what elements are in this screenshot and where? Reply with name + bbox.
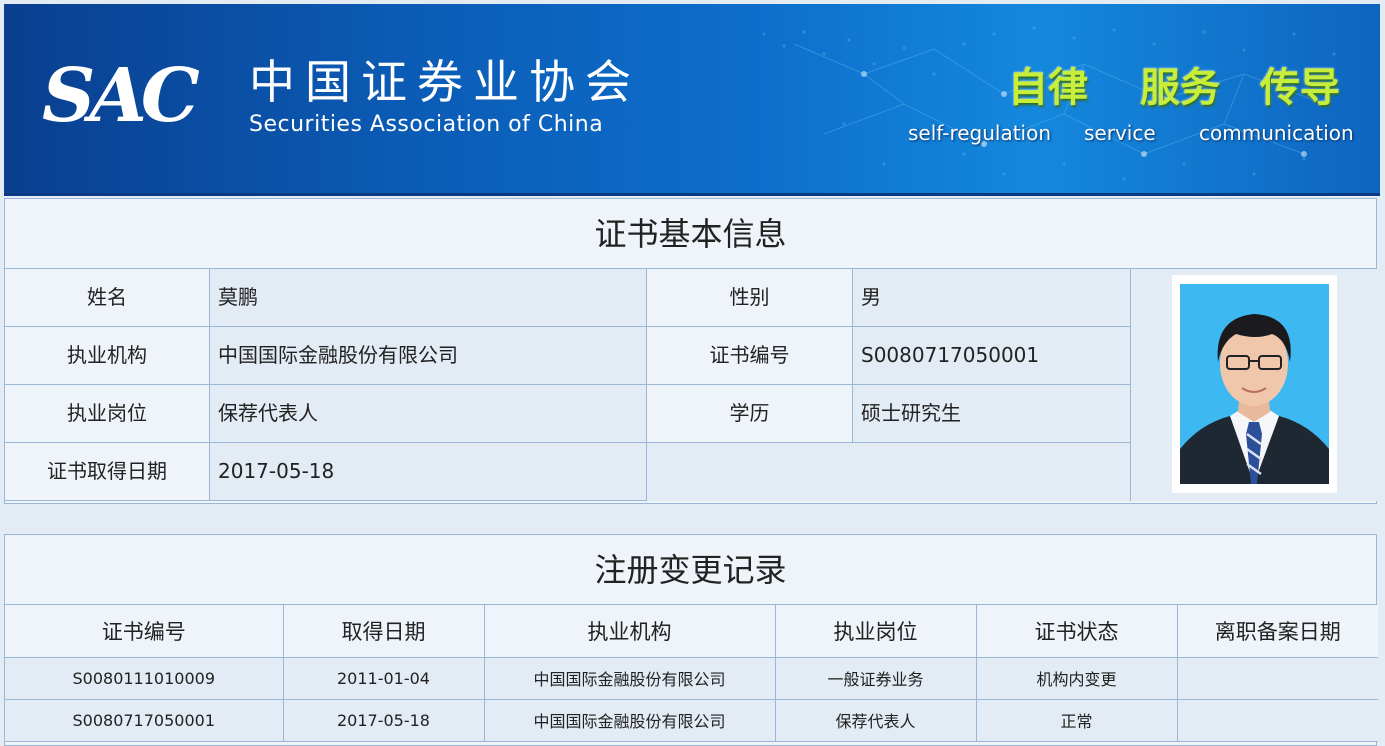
- cell-cert: S0080717050001: [5, 699, 284, 742]
- table-row: S0080111010009 2011-01-04 中国国际金融股份有限公司 一…: [5, 657, 1378, 700]
- basic-info-panel: 证书基本信息 姓名 莫鹏 性别 男 执业机构 中国国际金融股份有限公司 证书编号…: [4, 198, 1378, 504]
- gender-label: 性别: [647, 269, 853, 327]
- col-header-org: 执业机构: [484, 605, 776, 658]
- slogan-service: 服务: [1140, 65, 1220, 111]
- table-header-row: 证书编号 取得日期 执业机构 执业岗位 证书状态 离职备案日期: [5, 605, 1378, 658]
- portrait-image: [1180, 284, 1329, 484]
- slogan-communication: 传导: [1260, 65, 1340, 111]
- id-photo: [1172, 275, 1337, 493]
- cell-post: 一般证券业务: [775, 657, 977, 700]
- header-banner: SAC 中国证券业协会 Securities Association of Ch…: [4, 4, 1380, 196]
- edu-value: 硕士研究生: [853, 385, 1131, 443]
- col-header-post: 执业岗位: [775, 605, 977, 658]
- cell-leave-date: [1177, 699, 1378, 742]
- change-record-title: 注册变更记录: [5, 535, 1376, 605]
- date-value: 2017-05-18: [210, 443, 647, 501]
- slogan-self-regulation: 自律: [1008, 65, 1088, 111]
- cell-date: 2011-01-04: [283, 657, 485, 700]
- basic-info-grid: 姓名 莫鹏 性别 男 执业机构 中国国际金融股份有限公司 证书编号 S00807…: [5, 269, 1378, 502]
- slogan-service-en: service: [1084, 121, 1156, 145]
- cert-label: 证书编号: [647, 327, 853, 385]
- edu-label: 学历: [647, 385, 853, 443]
- col-header-cert: 证书编号: [5, 605, 284, 658]
- table-row: S0080717050001 2017-05-18 中国国际金融股份有限公司 保…: [5, 699, 1378, 742]
- post-label: 执业岗位: [5, 385, 210, 443]
- gender-value: 男: [853, 269, 1131, 327]
- cert-value: S0080717050001: [853, 327, 1131, 385]
- org-value: 中国国际金融股份有限公司: [210, 327, 647, 385]
- cell-status: 机构内变更: [976, 657, 1178, 700]
- post-value: 保荐代表人: [210, 385, 647, 443]
- cell-status: 正常: [976, 699, 1178, 742]
- slogan-self-regulation-en: self-regulation: [908, 121, 1052, 145]
- col-header-date: 取得日期: [283, 605, 485, 658]
- date-label: 证书取得日期: [5, 443, 210, 501]
- basic-info-title: 证书基本信息: [5, 199, 1376, 269]
- org-name-en: Securities Association of China: [249, 112, 604, 137]
- name-label: 姓名: [5, 269, 210, 327]
- sac-logo: SAC: [42, 53, 200, 139]
- cell-org: 中国国际金融股份有限公司: [484, 699, 776, 742]
- col-header-status: 证书状态: [976, 605, 1178, 658]
- name-value: 莫鹏: [210, 269, 647, 327]
- empty-cell: [647, 443, 1131, 501]
- cell-date: 2017-05-18: [283, 699, 485, 742]
- change-record-panel: 注册变更记录 证书编号 取得日期 执业机构 执业岗位 证书状态 离职备案日期 S…: [4, 534, 1378, 746]
- cell-leave-date: [1177, 657, 1378, 700]
- change-record-table: 证书编号 取得日期 执业机构 执业岗位 证书状态 离职备案日期 S0080111…: [5, 605, 1378, 742]
- cell-org: 中国国际金融股份有限公司: [484, 657, 776, 700]
- cell-post: 保荐代表人: [775, 699, 977, 742]
- col-header-leave-date: 离职备案日期: [1177, 605, 1378, 658]
- photo-cell: [1131, 269, 1378, 501]
- org-label: 执业机构: [5, 327, 210, 385]
- slogan-communication-en: communication: [1199, 121, 1354, 145]
- cell-cert: S0080111010009: [5, 657, 284, 700]
- org-name-cn: 中国证券业协会: [249, 55, 641, 109]
